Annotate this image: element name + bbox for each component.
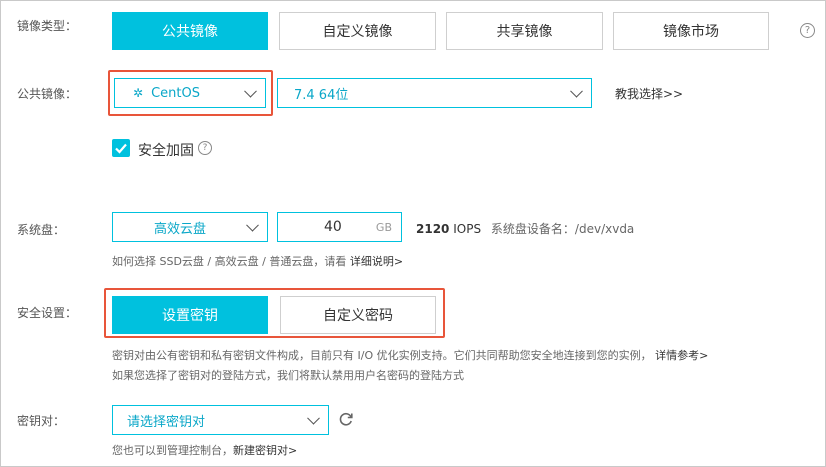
image-config-panel: 镜像类型： 公共镜像 自定义镜像 共享镜像 镜像市场 ? 公共镜像： ✲ Cen… <box>0 0 826 467</box>
security-desc-line2: 如果您选择了密钥对的登陆方式，我们将默认禁用用户名密码的登陆方式 <box>112 369 464 382</box>
security-harden-label: 安全加固 <box>138 143 194 159</box>
system-disk-label: 系统盘： <box>17 223 66 237</box>
security-harden-checkbox[interactable] <box>112 139 130 157</box>
disk-hint-text: 如何选择 SSD云盘 / 高效云盘 / 普通云盘，请看 <box>112 255 347 268</box>
key-pair-label: 密钥对： <box>17 414 66 428</box>
version-select[interactable]: 7.4 64位 <box>277 78 592 108</box>
disk-hint-link[interactable]: 详细说明> <box>350 255 403 268</box>
key-pair-hint-link[interactable]: 新建密钥对> <box>233 444 297 457</box>
chevron-down-icon <box>570 84 583 98</box>
iops-unit: IOPS <box>453 222 482 236</box>
help-icon[interactable]: ? <box>198 141 212 155</box>
tab-image-market[interactable]: 镜像市场 <box>613 12 769 50</box>
disk-size-unit: GB <box>375 221 392 234</box>
key-pair-hint-text: 您也可以到管理控制台， <box>112 444 233 457</box>
tab-shared-image[interactable]: 共享镜像 <box>446 12 603 50</box>
help-icon[interactable]: ? <box>800 23 815 38</box>
tab-public-image[interactable]: 公共镜像 <box>112 12 268 50</box>
key-pair-placeholder: 请选择密钥对 <box>127 414 206 430</box>
help-choose-link[interactable]: 教我选择>> <box>615 85 683 102</box>
disk-size-input[interactable]: 40 GB <box>277 212 402 242</box>
device-name-prefix: 系统盘设备名： <box>490 222 575 236</box>
refresh-icon[interactable] <box>338 411 354 427</box>
chevron-down-icon <box>307 411 320 425</box>
disk-type-select[interactable]: 高效云盘 <box>112 212 268 242</box>
set-key-button[interactable]: 设置密钥 <box>112 296 268 334</box>
checkmark-icon <box>115 143 127 154</box>
chevron-down-icon <box>244 84 257 98</box>
os-select-value: CentOS <box>151 85 200 101</box>
chevron-down-icon <box>246 218 259 232</box>
security-settings-label: 安全设置： <box>17 306 78 320</box>
os-select[interactable]: ✲ CentOS <box>114 78 266 108</box>
key-pair-select[interactable]: 请选择密钥对 <box>112 405 329 435</box>
disk-size-value: 40 <box>324 219 342 235</box>
iops-value: 2120 <box>416 222 450 236</box>
security-desc-link[interactable]: 详情参考> <box>655 349 708 362</box>
disk-hint: 如何选择 SSD云盘 / 高效云盘 / 普通云盘，请看 详细说明> <box>112 253 403 269</box>
iops-info: 2120 IOPS 系统盘设备名：/dev/xvda <box>416 220 634 237</box>
version-select-value: 7.4 64位 <box>294 87 349 103</box>
gear-icon: ✲ <box>133 86 144 100</box>
custom-password-button[interactable]: 自定义密码 <box>280 296 436 334</box>
key-pair-hint: 您也可以到管理控制台，新建密钥对> <box>112 442 297 458</box>
device-name: /dev/xvda <box>574 222 635 236</box>
image-type-label: 镜像类型： <box>17 19 78 33</box>
security-desc-line1: 密钥对由公有密钥和私有密钥文件构成，目前只有 I/O 优化实例支持。它们共同帮助… <box>112 347 822 363</box>
public-image-label: 公共镜像： <box>17 87 78 101</box>
disk-type-value: 高效云盘 <box>153 221 206 237</box>
tab-custom-image[interactable]: 自定义镜像 <box>279 12 436 50</box>
security-desc-text: 密钥对由公有密钥和私有密钥文件构成，目前只有 I/O 优化实例支持。它们共同帮助… <box>112 349 652 362</box>
